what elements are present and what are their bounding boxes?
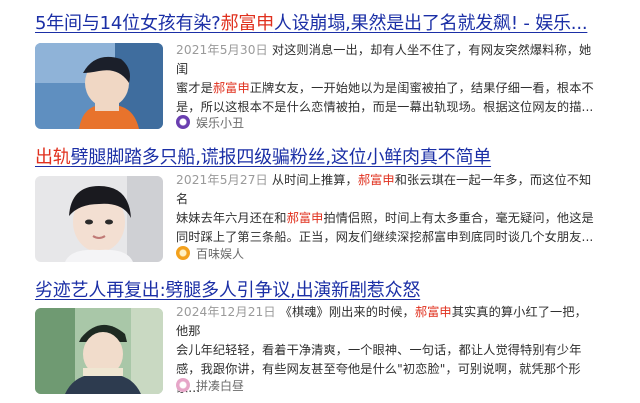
title-highlight[interactable]: 郝富申	[221, 13, 275, 34]
title-text[interactable]: 5年间与14位女孩有染?	[35, 13, 221, 34]
result-title-link[interactable]: 出轨劈腿脚踏多只船,谎报四级骗粉丝,这位小鲜肉真不简单	[35, 147, 491, 169]
snippet-line: 2021年5月30日 对这则消息一出，却有人坐不住了，有网友突然爆料称，她闺	[176, 43, 592, 76]
snippet-line: 2021年5月27日 从时间上推算，郝富申和张云琪在一起一年多，而这位不知名	[176, 173, 592, 206]
title-text[interactable]: 人设崩塌,果然是出了名就发飙! - 娱乐...	[274, 13, 588, 34]
result-title-link[interactable]: 5年间与14位女孩有染?郝富申人设崩塌,果然是出了名就发飙! - 娱乐...	[35, 13, 588, 35]
result-title-link[interactable]: 劣迹艺人再复出:劈腿多人引争议,出演新剧惹众怒	[35, 280, 420, 302]
result-snippet: 2021年5月30日 对这则消息一出，却有人坐不住了，有网友突然爆料称，她闺 蜜…	[176, 41, 596, 117]
result-date: 2021年5月27日	[176, 173, 268, 187]
result-thumbnail[interactable]	[35, 176, 163, 262]
source-avatar-icon	[176, 246, 190, 260]
result-source[interactable]: 百味娱人	[176, 245, 244, 261]
snippet-line: 2024年12月21日 《棋魂》刚出来的时候，郝富申其实真的算小红了一把，他那	[176, 305, 587, 338]
title-highlight[interactable]: 出轨	[35, 147, 71, 168]
snippet-line: 妹妹去年六月还在和郝富申拍情侣照，时间上有太多重合，毫无疑问，他这是	[176, 211, 594, 225]
source-name[interactable]: 娱乐小丑	[196, 114, 244, 131]
source-name[interactable]: 拼凑白昼	[196, 377, 244, 394]
title-text[interactable]: 劣迹艺人再复出:劈腿多人引争议,出演新剧惹众怒	[35, 280, 420, 301]
result-thumbnail[interactable]	[35, 308, 163, 394]
source-avatar-icon	[176, 378, 190, 392]
snippet-line: 蜜才是郝富申正牌女友，一开始她以为是闺蜜被拍了，结果仔细一看，根本不	[176, 81, 594, 95]
source-avatar-icon	[176, 115, 190, 129]
title-text[interactable]: 劈腿脚踏多只船,谎报四级骗粉丝,这位小鲜肉真不简单	[71, 147, 492, 168]
result-source[interactable]: 娱乐小丑	[176, 114, 244, 130]
result-snippet: 2021年5月27日 从时间上推算，郝富申和张云琪在一起一年多，而这位不知名 妹…	[176, 171, 596, 247]
snippet-line: 会儿年纪轻轻，看着干净清爽，一个眼神、一句话，都让人觉得特别有少年	[176, 343, 582, 357]
result-date: 2021年5月30日	[176, 43, 268, 57]
result-thumbnail[interactable]	[35, 43, 163, 129]
result-source[interactable]: 拼凑白昼	[176, 377, 244, 393]
result-date: 2024年12月21日	[176, 305, 276, 319]
source-name[interactable]: 百味娱人	[196, 245, 244, 262]
